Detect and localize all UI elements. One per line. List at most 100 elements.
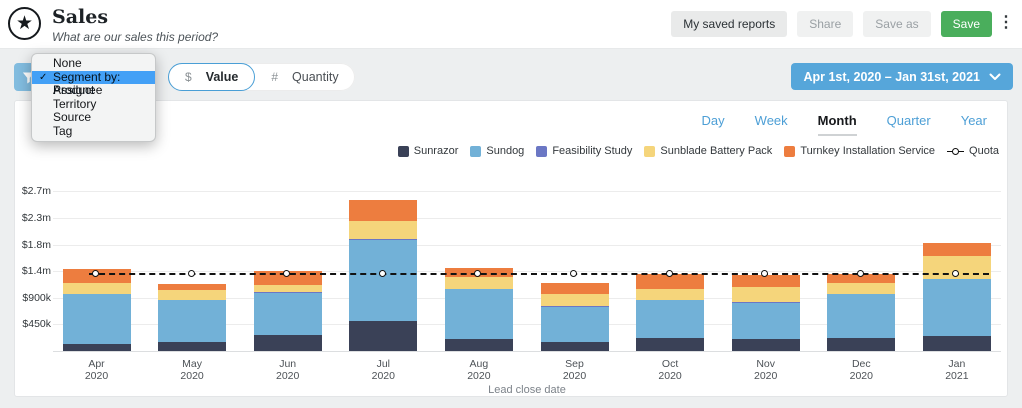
bar-segment-sundog-dec[interactable] [827, 294, 895, 338]
y-axis-tick-label: $2.3m [15, 212, 51, 224]
value-toggle-option[interactable]: $ Value [168, 63, 255, 91]
bar-segment-turnkey-installation-service-jul[interactable] [349, 200, 417, 221]
bar-segment-sundog-jan[interactable] [923, 279, 991, 335]
gridline [53, 245, 1001, 246]
x-axis-tick-label: Oct2020 [625, 358, 715, 382]
bar-segment-sunblade-battery-pack-aug[interactable] [445, 277, 513, 289]
y-axis-tick-label: $450k [15, 318, 51, 330]
bar-segment-sunrazor-jul[interactable] [349, 321, 417, 351]
sales-report-page: ★ Sales What are our sales this period? … [0, 0, 1022, 408]
quota-marker [761, 270, 768, 277]
dropdown-item-label: Assignee [53, 83, 102, 97]
bar-segment-sunrazor-nov[interactable] [732, 339, 800, 351]
segment-by-dropdown-menu: None✓Segment by: ProductAssigneeTerritor… [31, 53, 156, 142]
bar-segment-sunblade-battery-pack-may[interactable] [158, 290, 226, 300]
kebab-menu-icon[interactable]: ⋮ [998, 13, 1014, 33]
bar-segment-sunrazor-sep[interactable] [541, 342, 609, 351]
header-buttons: My saved reports Share Save as Save [671, 11, 992, 37]
gridline [53, 191, 1001, 192]
bar-segment-sundog-jun[interactable] [254, 293, 322, 335]
bar-segment-sunblade-battery-pack-dec[interactable] [827, 283, 895, 295]
chart-card: DayWeekMonthQuarterYear SunrazorSundogFe… [14, 100, 1008, 397]
bar-segment-turnkey-installation-service-may[interactable] [158, 284, 226, 291]
save-button[interactable]: Save [941, 11, 992, 37]
quantity-toggle-option[interactable]: # Quantity [255, 63, 354, 91]
date-range-picker[interactable]: Apr 1st, 2020 – Jan 31st, 2021 [791, 63, 1013, 90]
share-button[interactable]: Share [797, 11, 853, 37]
bar-segment-turnkey-installation-service-jan[interactable] [923, 243, 991, 256]
y-axis-tick-label: $1.4m [15, 265, 51, 277]
x-axis-title: Lead close date [53, 384, 1001, 396]
dropdown-item-territory[interactable]: Territory [32, 98, 155, 112]
dropdown-item-tag[interactable]: Tag [32, 125, 155, 139]
bar-segment-sunrazor-may[interactable] [158, 342, 226, 351]
x-axis-tick-label: Jul2020 [338, 358, 428, 382]
x-axis-tick-label: Aug2020 [434, 358, 524, 382]
quota-marker [283, 270, 290, 277]
bar-segment-feasibility-study-jun[interactable] [254, 292, 322, 293]
bar-segment-sunrazor-jan[interactable] [923, 336, 991, 351]
x-axis-tick-label: Jun2020 [243, 358, 333, 382]
quota-marker [188, 270, 195, 277]
bar-segment-sunrazor-oct[interactable] [636, 338, 704, 351]
bar-segment-sunrazor-aug[interactable] [445, 339, 513, 351]
x-axis-line [53, 351, 1001, 352]
x-axis-tick-label: Nov2020 [721, 358, 811, 382]
hash-icon: # [271, 70, 278, 84]
gridline [53, 218, 1001, 219]
x-axis-tick-label: Jan2021 [912, 358, 1002, 382]
dropdown-item-label: Source [53, 110, 91, 124]
dropdown-item-none[interactable]: None [32, 57, 155, 71]
y-axis-tick-label: $2.7m [15, 185, 51, 197]
bar-segment-sundog-nov[interactable] [732, 303, 800, 340]
bar-segment-sundog-sep[interactable] [541, 307, 609, 342]
bar-segment-sundog-jul[interactable] [349, 240, 417, 320]
value-toggle-label: Value [206, 70, 239, 84]
bar-segment-sunrazor-dec[interactable] [827, 338, 895, 351]
header-bar: ★ Sales What are our sales this period? … [0, 0, 1022, 49]
bar-segment-sundog-oct[interactable] [636, 300, 704, 338]
x-axis-tick-label: Sep2020 [530, 358, 620, 382]
my-saved-reports-button[interactable]: My saved reports [671, 11, 787, 37]
checkmark-icon: ✓ [39, 71, 47, 85]
bar-segment-feasibility-study-sep[interactable] [541, 306, 609, 307]
x-axis-tick-label: May2020 [147, 358, 237, 382]
dropdown-item-source[interactable]: Source [32, 111, 155, 125]
dropdown-item-assignee[interactable]: Assignee [32, 84, 155, 98]
stacked-bar-chart: $450k $900k $1.4m $1.8m $2.3m $2.7m Apr2020May… [15, 101, 1007, 396]
x-axis-tick-label: Apr2020 [52, 358, 142, 382]
bar-segment-sunrazor-apr[interactable] [63, 344, 131, 351]
dropdown-item-label: None [53, 56, 82, 70]
quota-marker [92, 270, 99, 277]
page-subtitle: What are our sales this period? [52, 30, 218, 44]
bar-segment-turnkey-installation-service-nov[interactable] [732, 275, 800, 286]
bar-segment-sunblade-battery-pack-oct[interactable] [636, 289, 704, 301]
bar-segment-sunblade-battery-pack-sep[interactable] [541, 294, 609, 307]
quantity-toggle-label: Quantity [292, 70, 339, 84]
dollar-icon: $ [185, 70, 192, 84]
x-axis-tick-label: Dec2020 [816, 358, 906, 382]
bar-segment-sunblade-battery-pack-jun[interactable] [254, 285, 322, 292]
y-axis-tick-label: $1.8m [15, 239, 51, 251]
quota-marker [857, 270, 864, 277]
quota-marker [379, 270, 386, 277]
quota-line [89, 273, 989, 275]
bar-segment-feasibility-study-jul[interactable] [349, 239, 417, 241]
star-icon: ★ [16, 14, 33, 33]
save-as-button[interactable]: Save as [863, 11, 930, 37]
bar-segment-sundog-aug[interactable] [445, 289, 513, 339]
y-axis-tick-label: $900k [15, 292, 51, 304]
page-title: Sales [52, 6, 108, 28]
bar-segment-sunblade-battery-pack-apr[interactable] [63, 283, 131, 294]
bar-segment-sunrazor-jun[interactable] [254, 335, 322, 351]
date-range-label: Apr 1st, 2020 – Jan 31st, 2021 [803, 70, 980, 84]
bar-segment-sunblade-battery-pack-jul[interactable] [349, 221, 417, 239]
quota-marker [666, 270, 673, 277]
bar-segment-sundog-apr[interactable] [63, 294, 131, 345]
dropdown-item-segment-by-product[interactable]: ✓Segment by: Product [32, 71, 155, 85]
bar-segment-feasibility-study-nov[interactable] [732, 302, 800, 303]
bar-segment-turnkey-installation-service-sep[interactable] [541, 283, 609, 294]
bar-segment-sundog-may[interactable] [158, 300, 226, 342]
dropdown-item-label: Tag [53, 124, 72, 138]
bar-segment-sunblade-battery-pack-nov[interactable] [732, 287, 800, 302]
